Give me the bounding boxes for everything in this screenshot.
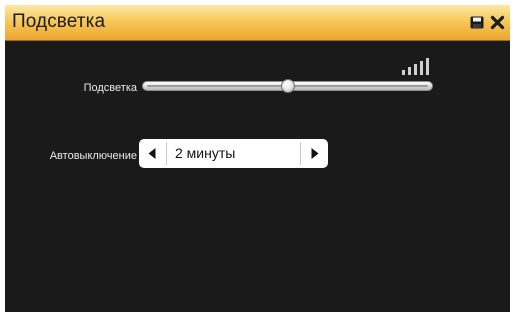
settings-screen: Подсветка Подсветка Автовыключение 2 мин… xyxy=(5,5,510,312)
signal-strength-icon xyxy=(402,57,432,76)
next-option-button[interactable] xyxy=(301,139,328,168)
triangle-right-icon xyxy=(311,148,319,159)
save-icon xyxy=(470,16,484,29)
backlight-label: Подсветка xyxy=(83,82,137,94)
auto-off-label: Автовыключение xyxy=(49,150,137,162)
page-title: Подсветка xyxy=(12,11,106,32)
triangle-left-icon xyxy=(148,148,156,159)
save-button[interactable] xyxy=(470,16,484,29)
spinner-divider xyxy=(166,142,167,165)
previous-option-button[interactable] xyxy=(139,139,166,168)
auto-off-spinner: 2 минуты xyxy=(139,139,328,168)
title-bar: Подсветка xyxy=(5,5,510,41)
backlight-slider-thumb[interactable] xyxy=(280,79,295,93)
auto-off-value: 2 минуты xyxy=(175,145,236,161)
close-button[interactable] xyxy=(490,15,505,30)
close-icon xyxy=(490,15,505,30)
